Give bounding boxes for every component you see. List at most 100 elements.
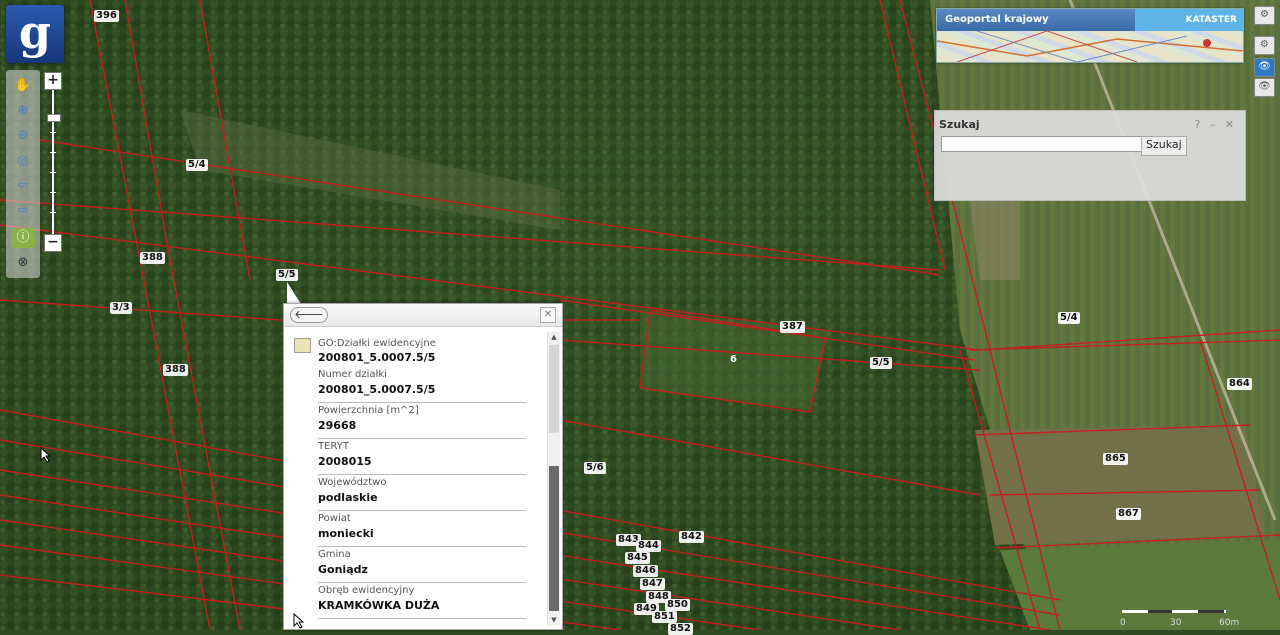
field-label: Gmina — [318, 549, 351, 560]
zoom-in-icon[interactable]: ⊕ — [13, 101, 33, 121]
parcel-label: 844 — [636, 540, 661, 552]
field-label: Numer działki — [318, 369, 387, 380]
parcel-label: 851 — [652, 611, 677, 623]
zoom-extent-icon[interactable]: ◎ — [13, 151, 33, 171]
zoom-slider-handle[interactable] — [47, 114, 61, 122]
zoom-out-button[interactable]: − — [44, 234, 62, 252]
field-label: Województwo — [318, 477, 387, 488]
kataster-label: KATASTER — [1185, 15, 1237, 25]
parcel-label: 847 — [640, 578, 665, 590]
search-input[interactable] — [941, 136, 1143, 152]
parcel-label: 864 — [1227, 378, 1252, 390]
zoom-tick — [50, 172, 56, 173]
parcel-label: 388 — [163, 364, 188, 376]
popup-body: GO:Działki ewidencyjne 200801_5.0007.5/5… — [284, 334, 544, 629]
field-label: Obręb ewidencyjny — [318, 585, 415, 596]
parcel-label: 388 — [140, 252, 165, 264]
parcel-label: 850 — [665, 599, 690, 611]
scale-label: 0 — [1120, 618, 1126, 628]
zoom-tick — [50, 132, 56, 133]
eye-icon[interactable]: 👁 — [1254, 58, 1275, 77]
zoom-tick — [50, 212, 56, 213]
back-button[interactable]: 🡐 — [290, 307, 328, 323]
field-row: Powiat moniecki — [318, 513, 526, 547]
search-button[interactable]: Szukaj — [1141, 136, 1187, 156]
forward-arrow-icon[interactable]: ⇨ — [13, 201, 33, 221]
info-icon[interactable]: ⓘ — [11, 228, 35, 248]
search-panel-controls: ? – ✕ — [1194, 118, 1237, 131]
scrollbar-thumb[interactable] — [549, 466, 559, 611]
logo-letter: g — [18, 5, 52, 59]
settings-icon[interactable]: ⚙ — [1254, 6, 1275, 25]
field-row: Województwo podlaskie — [318, 477, 526, 511]
layer-name: GO:Działki ewidencyjne — [318, 338, 436, 349]
parcel-label: 5/5 — [870, 357, 892, 369]
back-arrow-icon[interactable]: ⇦ — [13, 176, 33, 196]
popup-header: 🡐 ✕ — [284, 304, 562, 327]
field-value: podlaskie — [318, 491, 378, 504]
field-value: KRAMKÓWKA DUŻA — [318, 599, 440, 612]
zoom-tick — [50, 152, 56, 153]
parcel-label: 846 — [633, 565, 658, 577]
feature-info-popup: 🡐 ✕ GO:Działki ewidencyjne 200801_5.0007… — [283, 303, 563, 630]
zoom-track[interactable] — [52, 90, 54, 235]
field-label: Powiat — [318, 513, 351, 524]
field-row: Powierzchnia [m^2] 29668 — [318, 405, 526, 439]
popup-close-button[interactable]: ✕ — [540, 307, 556, 323]
field-value: 2008015 — [318, 455, 372, 468]
field-row: Obręb ewidencyjny KRAMKÓWKA DUŻA — [318, 585, 526, 619]
close-icon[interactable]: ✕ — [1225, 118, 1237, 131]
popup-scrollbar[interactable]: ▲ ▼ — [547, 332, 560, 625]
parcel-label: 5/4 — [186, 159, 208, 171]
field-value: 200801_5.0007.5/5 — [318, 383, 436, 396]
scale-segment — [1172, 610, 1198, 613]
zoom-in-button[interactable]: + — [44, 72, 62, 90]
scrollbar-track-segment — [549, 345, 559, 433]
parcel-label: 6 — [730, 354, 737, 365]
scale-segment — [1122, 610, 1148, 613]
zoom-tick — [50, 192, 56, 193]
map-toolbar: ✋ ⊕ ⊖ ◎ ⇦ ⇨ ⓘ ⊗ — [6, 70, 40, 278]
parcel-label: 867 — [1116, 508, 1141, 520]
field-row: Numer działki 200801_5.0007.5/5 — [318, 369, 526, 403]
scale-label: 30 — [1170, 618, 1182, 628]
field-value: Goniądz — [318, 563, 368, 576]
layers-icon[interactable]: ⚙ — [1254, 36, 1275, 55]
parcel-label: 5/5 — [276, 269, 298, 281]
parcel-label: 852 — [668, 623, 693, 635]
parcel-label: 396 — [94, 10, 119, 22]
scale-segment — [1198, 610, 1224, 613]
measure-icon[interactable]: ⊗ — [13, 253, 33, 273]
eye-outline-icon[interactable]: 👁 — [1254, 78, 1275, 97]
banner-map-thumbnail — [937, 31, 1243, 62]
help-icon[interactable]: ? — [1194, 118, 1203, 131]
scale-bar: 0 30 60m — [1120, 606, 1250, 630]
zoom-bar: + − — [44, 72, 62, 252]
search-panel: Szukaj ? – ✕ Szukaj — [934, 110, 1246, 201]
parcel-label: 387 — [780, 321, 805, 333]
layer-icon — [294, 338, 311, 353]
mouse-cursor-icon — [40, 447, 52, 463]
parcel-label: 5/6 — [584, 462, 606, 474]
geoportal-logo[interactable]: g — [6, 5, 64, 63]
mouse-cursor-icon — [293, 613, 305, 629]
parcel-label: 3/3 — [110, 302, 132, 314]
parcel-label: 842 — [679, 531, 704, 543]
search-panel-title: Szukaj — [939, 118, 980, 131]
zoom-out-icon[interactable]: ⊖ — [13, 126, 33, 146]
geoportal-banner[interactable]: Geoportal krajowy KATASTER — [936, 8, 1244, 63]
parcel-label: 845 — [625, 552, 650, 564]
field-value: moniecki — [318, 527, 374, 540]
field-row: TERYT 2008015 — [318, 441, 526, 475]
field-value: 29668 — [318, 419, 357, 432]
scroll-down-icon[interactable]: ▼ — [548, 615, 560, 625]
field-label: TERYT — [318, 441, 349, 452]
feature-id: 200801_5.0007.5/5 — [318, 351, 436, 364]
minimize-icon[interactable]: – — [1210, 118, 1219, 131]
scale-segment — [1224, 610, 1226, 613]
field-row: Gmina Goniądz — [318, 549, 526, 583]
scroll-up-icon[interactable]: ▲ — [548, 332, 560, 342]
scale-label: 60m — [1219, 618, 1240, 628]
pan-icon[interactable]: ✋ — [13, 76, 33, 96]
scale-segment — [1148, 610, 1172, 613]
